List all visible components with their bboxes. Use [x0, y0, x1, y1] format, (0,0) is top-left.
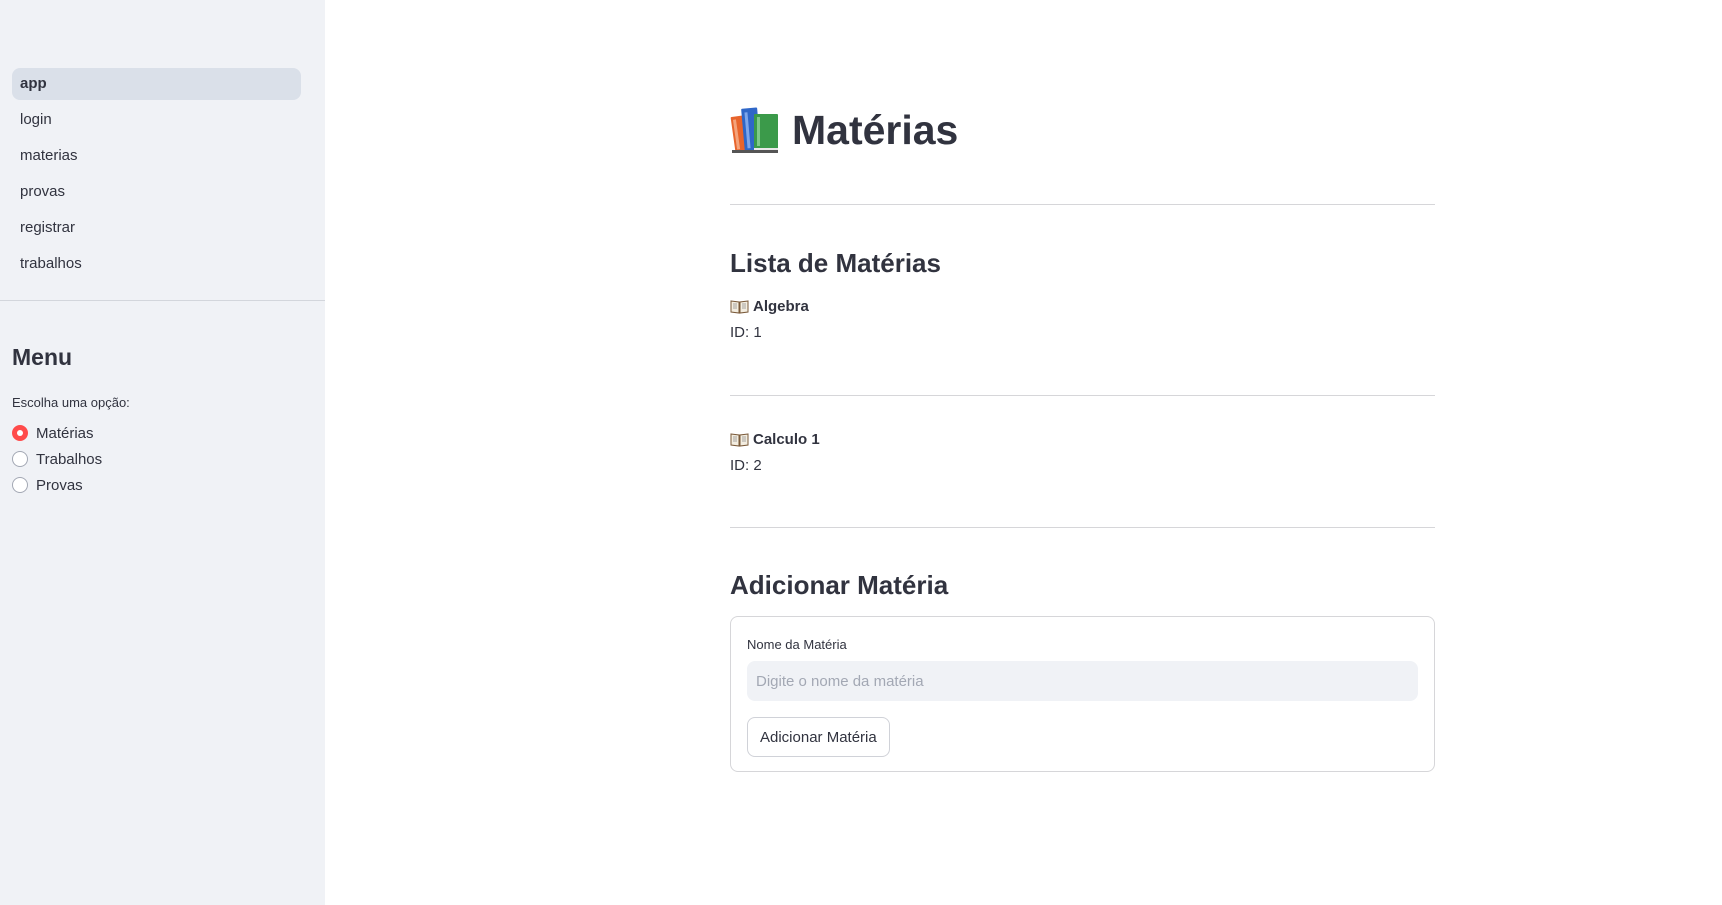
radio-option-trabalhos[interactable]: Trabalhos [12, 446, 102, 472]
nav-item-registrar[interactable]: registrar [12, 212, 301, 244]
divider [730, 395, 1435, 396]
page-title: Matérias [730, 100, 958, 160]
subject-name-label: Nome da Matéria [747, 637, 847, 652]
radio-group: Matérias Trabalhos Provas [12, 420, 102, 498]
divider [730, 204, 1435, 205]
subject-name-text: Algebra [753, 298, 809, 315]
radio-option-materias[interactable]: Matérias [12, 420, 102, 446]
radio-group-label: Escolha uma opção: [12, 395, 130, 410]
list-section-title: Lista de Matérias [730, 248, 941, 278]
radio-unchecked-icon[interactable] [12, 451, 28, 467]
divider [730, 527, 1435, 528]
sidebar: app login materias provas registrar trab… [0, 0, 325, 905]
add-subject-form: Nome da Matéria Adicionar Matéria [730, 616, 1435, 772]
radio-option-label: Trabalhos [36, 450, 103, 468]
subject-name-algebra: Algebra [730, 298, 809, 315]
radio-option-provas[interactable]: Provas [12, 472, 102, 498]
open-book-icon [730, 300, 749, 314]
sidebar-divider [0, 300, 325, 301]
nav-item-login[interactable]: login [12, 104, 301, 136]
nav-item-materias[interactable]: materias [12, 140, 301, 172]
books-icon [730, 107, 778, 153]
menu-title: Menu [12, 344, 73, 370]
radio-option-label: Matérias [36, 424, 94, 442]
nav-item-app[interactable]: app [12, 68, 301, 100]
page-nav: app login materias provas registrar trab… [12, 68, 301, 284]
subject-name-calculo-1: Calculo 1 [730, 431, 820, 448]
nav-item-trabalhos[interactable]: trabalhos [12, 248, 301, 280]
radio-checked-icon[interactable] [12, 425, 28, 441]
page-title-text: Matérias [792, 106, 959, 153]
subject-name-input[interactable] [747, 661, 1418, 701]
subject-id: ID: 1 [730, 324, 762, 341]
radio-option-label: Provas [36, 476, 83, 494]
add-section-title: Adicionar Matéria [730, 570, 949, 600]
add-subject-button[interactable]: Adicionar Matéria [747, 717, 890, 757]
subject-id: ID: 2 [730, 457, 762, 474]
nav-item-provas[interactable]: provas [12, 176, 301, 208]
subject-name-text: Calculo 1 [753, 431, 820, 448]
app-root: app login materias provas registrar trab… [0, 0, 1722, 905]
open-book-icon [730, 433, 749, 447]
radio-unchecked-icon[interactable] [12, 477, 28, 493]
